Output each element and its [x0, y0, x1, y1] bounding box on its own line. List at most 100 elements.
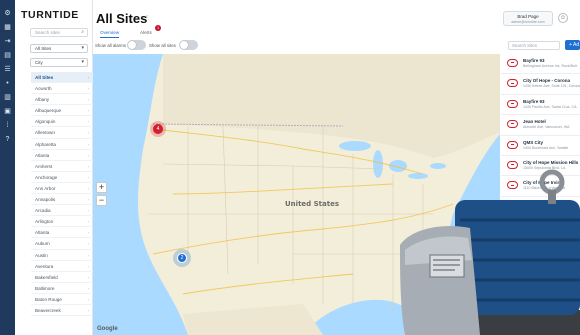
right-search-input[interactable]: Search Sites: [508, 41, 560, 50]
profile-icon[interactable]: ☺: [558, 13, 568, 23]
chevron-down-icon: ▾: [81, 59, 84, 65]
sidebar-search-input[interactable]: Search sites ⌕: [30, 28, 88, 37]
sidebar-site-item[interactable]: Atlanta ›: [31, 150, 93, 161]
alert-site-title: Bayfire 93: [523, 58, 545, 63]
sidebar-site-item[interactable]: Albuquerque ›: [31, 105, 93, 117]
sidebar-site-item[interactable]: Austin ›: [31, 250, 93, 261]
chart-icon[interactable]: ▥: [0, 90, 15, 104]
sidebar-site-label: Arlington: [35, 219, 54, 225]
page-title: All Sites: [96, 11, 148, 26]
chevron-right-icon: ›: [87, 296, 90, 302]
grid-icon[interactable]: ▦: [0, 20, 15, 34]
alert-icon: [507, 140, 518, 149]
sidebar-site-item[interactable]: Aventura ›: [31, 261, 93, 272]
alert-site-item[interactable]: Bayfire 93 Bellingham Avenue Inc. Rock/Bo…: [501, 54, 580, 75]
sidebar-site-label: Atlanta: [35, 152, 50, 158]
chevron-right-icon: ›: [87, 185, 90, 191]
search-icon: ⌕: [81, 29, 84, 35]
sidebar-site-label: Albany: [35, 97, 50, 103]
chevron-right-icon: ›: [87, 75, 90, 80]
group-filter-value: City: [35, 60, 43, 65]
sidebar-site-item[interactable]: Anchorage ›: [31, 172, 93, 183]
sidebar-site-item[interactable]: Baltimore ›: [31, 283, 93, 294]
gear-icon[interactable]: ⚙: [0, 6, 15, 20]
sidebar-site-item[interactable]: Bakersfield ›: [31, 272, 93, 283]
sidebar-site-item[interactable]: Algonquin ›: [31, 116, 93, 128]
country-label: United States: [285, 200, 339, 208]
sidebar-search-placeholder: Search sites: [35, 30, 60, 35]
zoom-in-button[interactable]: +: [96, 182, 107, 193]
sidebar-site-item[interactable]: Beavercreek ›: [31, 305, 93, 317]
chevron-right-icon: ›: [87, 285, 90, 291]
alert-icon: [507, 79, 518, 88]
alert-site-item[interactable]: Jean Hotel Almonte Ave, Vancouver, WA: [501, 115, 580, 136]
caret-icon[interactable]: ‹: [146, 14, 148, 20]
chevron-right-icon: ›: [87, 174, 90, 180]
dot-icon[interactable]: •: [0, 76, 15, 90]
chevron-right-icon: ›: [87, 307, 90, 313]
sidebar-site-label: Allentown: [35, 130, 55, 136]
add-site-button[interactable]: + Ad: [565, 40, 580, 50]
sidebar-site-label: All Sites: [35, 75, 54, 80]
chevron-right-icon: ›: [87, 219, 90, 225]
zoom-out-button[interactable]: −: [96, 195, 107, 206]
chevron-right-icon: ›: [87, 274, 90, 280]
alert-site-item[interactable]: Bayfire 93 1430 Pacific Ave, Santa Cruz, …: [501, 95, 580, 116]
sidebar-site-label: Anchorage: [35, 174, 58, 180]
arrow-icon[interactable]: ⇥: [0, 34, 15, 48]
sidebar-site-item[interactable]: Albany ›: [31, 94, 93, 106]
alert-site-title: City Of Hope - Corona: [523, 78, 570, 84]
chevron-right-icon: ›: [87, 119, 90, 125]
site-list: All Sites › Acworth › Albany › Albuquerque › Alg…: [31, 72, 93, 317]
sidebar-site-item[interactable]: All Sites ›: [31, 72, 93, 84]
sidebar-site-item[interactable]: Amherst ›: [31, 161, 93, 172]
sidebar-site-item[interactable]: Arlington ›: [31, 216, 93, 228]
alert-marker[interactable]: 4: [153, 124, 163, 134]
sidebar-site-item[interactable]: Ann Arbor ›: [31, 183, 93, 195]
list-icon[interactable]: ☰: [0, 62, 15, 76]
users-icon[interactable]: ⁞: [0, 118, 15, 132]
sidebar-site-item[interactable]: Arcadia ›: [31, 205, 93, 217]
sidebar-site-item[interactable]: Alpharetta ›: [31, 139, 93, 150]
show-all-sites-label: Show all sites: [149, 43, 176, 48]
alert-site-item[interactable]: QMS City 1400 Boulevard Ave, Seattle: [501, 136, 580, 156]
sidebar-site-label: Aventura: [35, 263, 54, 269]
tab-alerts[interactable]: Alerts: [140, 30, 152, 35]
sidebar-site-item[interactable]: Acworth ›: [31, 83, 93, 95]
help-icon[interactable]: ?: [0, 132, 15, 146]
tab-overview[interactable]: Overview: [100, 30, 120, 38]
alerts-badge: 1: [155, 25, 161, 31]
sidebar-site-label: Acworth: [35, 86, 52, 92]
chevron-right-icon: ›: [87, 197, 90, 203]
building-icon[interactable]: ▣: [0, 104, 15, 118]
sidebar-site-item[interactable]: Annapolis ›: [31, 194, 93, 206]
show-all-sites-toggle[interactable]: [179, 40, 198, 50]
site-marker[interactable]: 2: [177, 253, 187, 263]
chevron-right-icon: ›: [87, 252, 90, 258]
sidebar-site-label: Austin: [35, 252, 48, 258]
user-name: Brad Page: [517, 14, 539, 19]
sidebar-site-label: Alpharetta: [35, 141, 56, 147]
user-email: admin@turntide.com: [511, 20, 545, 24]
alert-site-address: Almonte Ave, Vancouver, WA: [523, 125, 570, 130]
alert-site-address: 1400 Boulevard Ave, Seattle: [523, 145, 569, 150]
chevron-right-icon: ›: [87, 263, 90, 269]
sidebar-site-item[interactable]: Auburn ›: [31, 238, 93, 250]
group-filter-select[interactable]: City ▾: [30, 58, 88, 67]
chevron-right-icon: ›: [87, 208, 90, 214]
show-all-alarms-toggle[interactable]: [127, 40, 146, 50]
sidebar-site-item[interactable]: Allentown ›: [31, 127, 93, 139]
alert-icon: [507, 120, 518, 129]
sidebar-site-label: Auburn: [35, 241, 50, 247]
user-menu[interactable]: Brad Page admin@turntide.com: [503, 11, 553, 26]
sidebar-site-item[interactable]: Baton Rouge ›: [31, 294, 93, 305]
sidebar-site-item[interactable]: Atlanta ›: [31, 227, 93, 239]
layers-icon[interactable]: ▤: [0, 48, 15, 62]
alert-icon: [507, 99, 518, 108]
alert-icon: [507, 59, 518, 67]
sidebar-site-label: Amherst: [35, 163, 53, 169]
brand-logo: TURNTIDE: [21, 9, 79, 21]
alert-site-item[interactable]: City Of Hope - Corona 1430 Ketner Ave, Su…: [501, 74, 580, 95]
site-filter-select[interactable]: All Sites ▾: [30, 44, 88, 53]
sidebar-site-label: Annapolis: [35, 197, 56, 203]
